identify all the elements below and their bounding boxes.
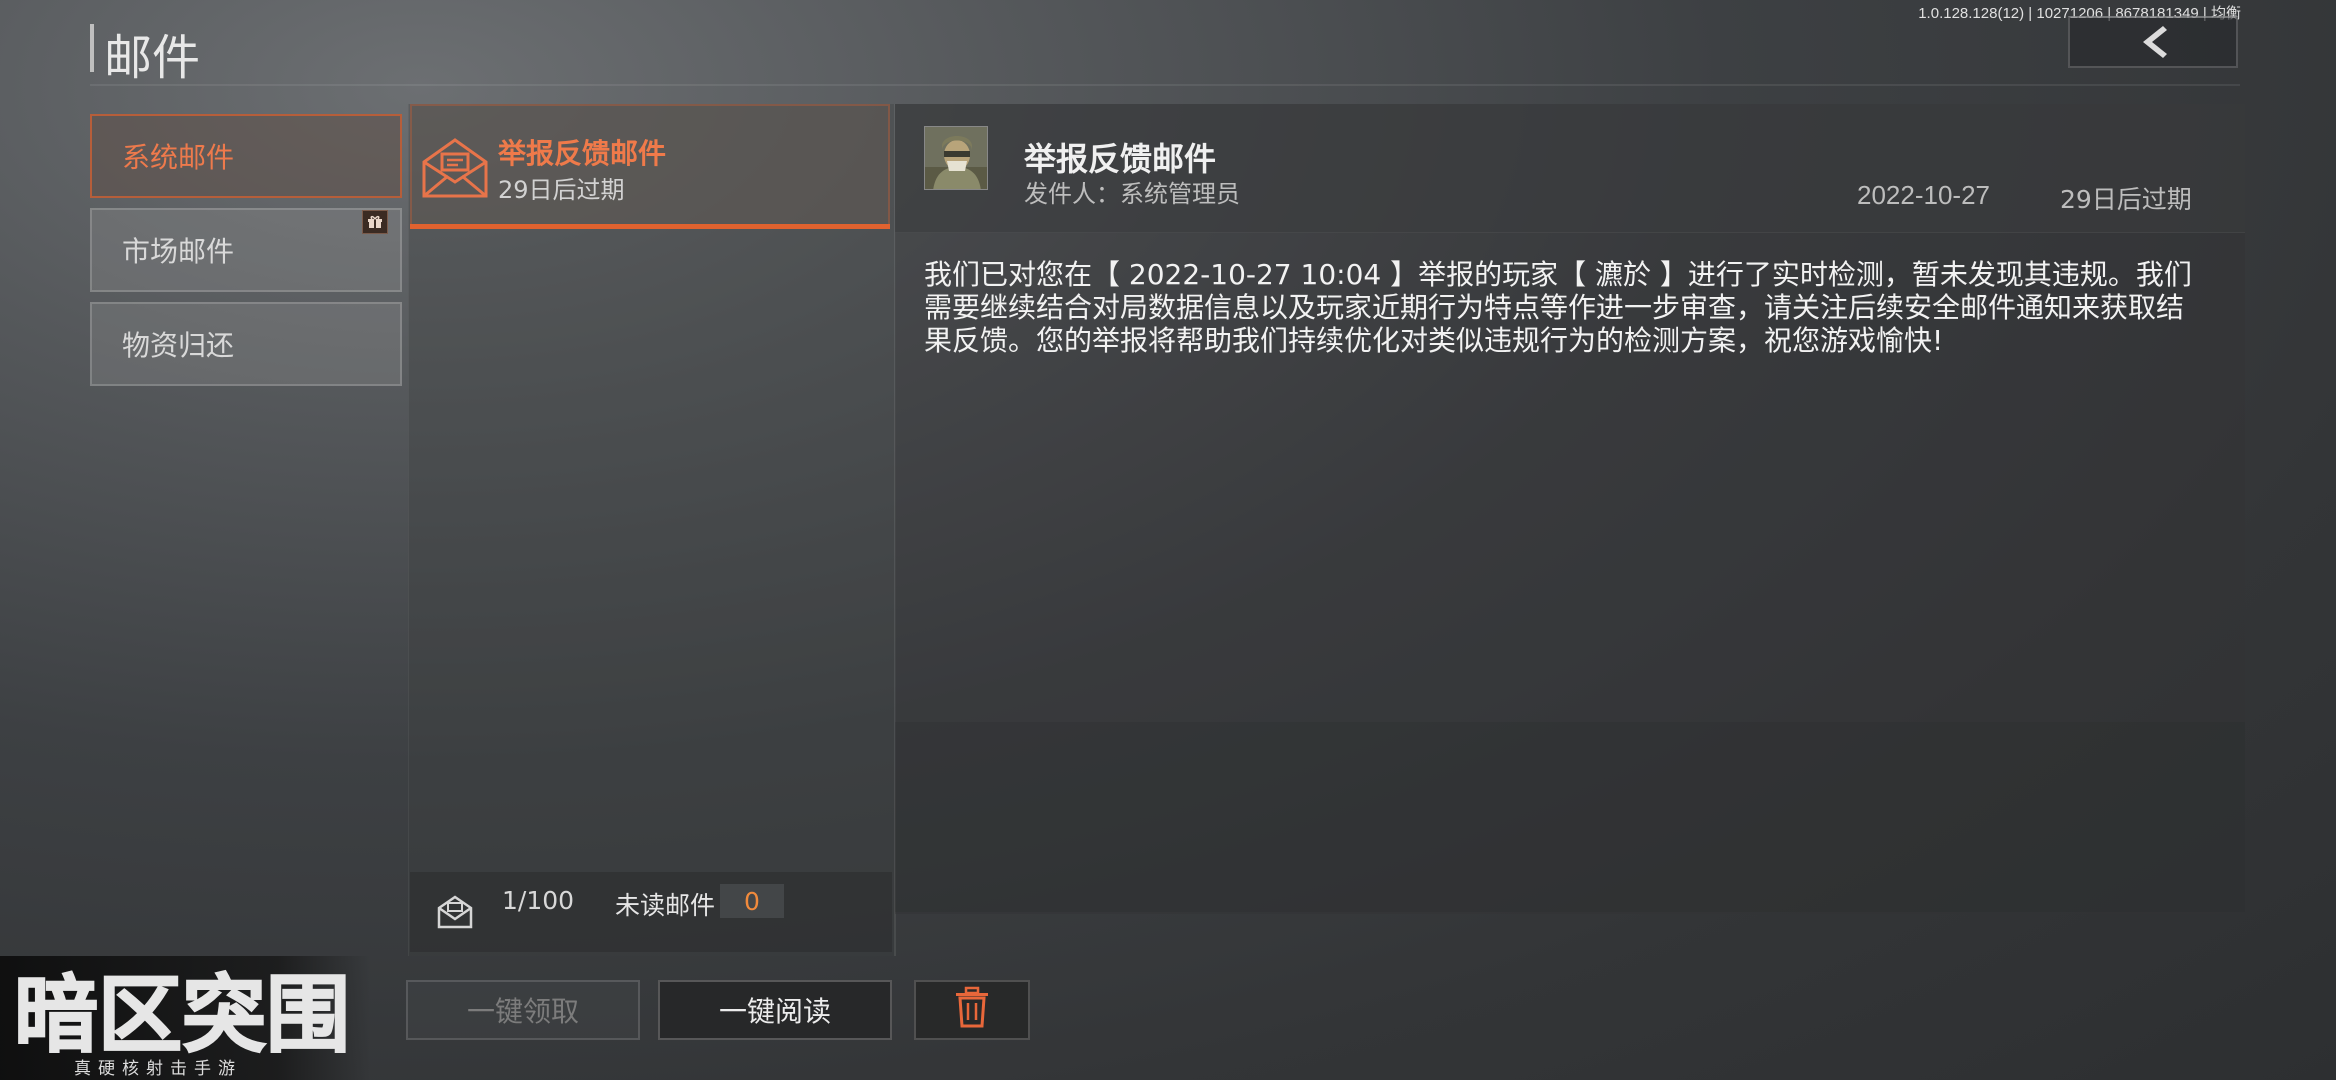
- unread-label: 未读邮件: [615, 891, 716, 920]
- mailbox-icon: [436, 894, 474, 930]
- tab-label: 市场邮件: [122, 235, 235, 268]
- game-logo-subtitle: 真硬核射击手游: [74, 1059, 242, 1079]
- read-all-button[interactable]: 一键阅读: [658, 980, 892, 1040]
- title-accent-bar: [90, 24, 94, 72]
- claim-all-button[interactable]: 一键领取: [406, 980, 640, 1040]
- attachment-area: [895, 722, 2245, 912]
- mail-item-title: 举报反馈邮件: [498, 137, 667, 170]
- mail-item-expiry: 29日后过期: [498, 176, 625, 204]
- mail-body: 我们已对您在【 2022-10-27 10:04 】举报的玩家【 瀌於 】进行了…: [924, 258, 2192, 357]
- selected-indicator: [410, 224, 890, 229]
- trash-icon: [952, 986, 992, 1035]
- title-bar: [90, 20, 2240, 86]
- gift-icon: [362, 210, 388, 234]
- back-button[interactable]: [2068, 16, 2238, 68]
- mail-count: 1/100: [502, 886, 575, 915]
- page-title: 邮件: [104, 30, 201, 86]
- tab-system-mail[interactable]: 系统邮件: [90, 114, 402, 198]
- sender-avatar: [924, 126, 988, 190]
- envelope-icon: [420, 136, 490, 200]
- mail-detail-expiry: 29日后过期: [2060, 185, 2192, 214]
- mail-list-panel: [408, 104, 896, 956]
- read-all-label: 一键阅读: [718, 995, 831, 1028]
- tab-label: 物资归还: [122, 329, 235, 362]
- unread-count: 0: [720, 884, 784, 918]
- chevron-left-icon: [2133, 24, 2173, 60]
- claim-all-label: 一键领取: [466, 995, 579, 1028]
- mail-sender: 发件人：系统管理员: [1024, 180, 1240, 208]
- svg-text:暗区突围: 暗区突围: [14, 966, 350, 1056]
- tab-market-mail[interactable]: 市场邮件: [90, 208, 402, 292]
- mail-date: 2022-10-27: [1857, 180, 1990, 210]
- delete-button[interactable]: [914, 980, 1030, 1040]
- tab-label: 系统邮件: [122, 141, 235, 174]
- tab-supply-return[interactable]: 物资归还: [90, 302, 402, 386]
